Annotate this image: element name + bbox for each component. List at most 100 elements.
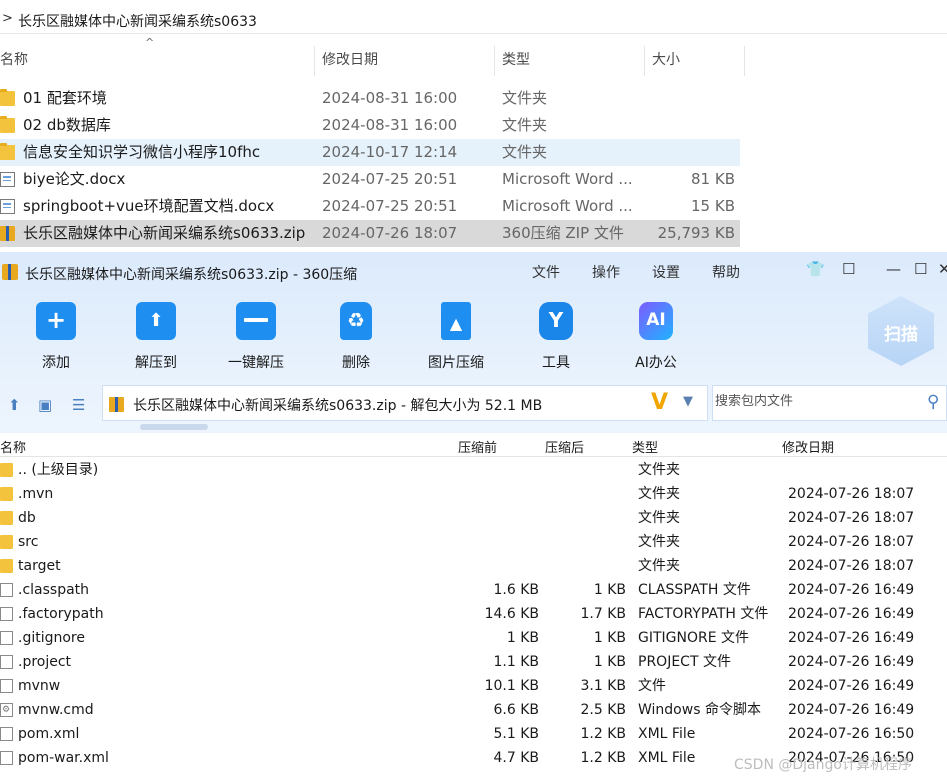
folder-icon	[0, 89, 15, 106]
entry-name: mvnw.cmd	[18, 702, 94, 718]
add-label: 添加	[42, 355, 70, 371]
zip-app-window: 长乐区融媒体中心新闻采编系统s0633.zip - 360压缩 文件 操作 设置…	[0, 252, 947, 780]
add-button[interactable]: 添加	[16, 302, 96, 372]
archive-file-row[interactable]: .mvn 文件夹 2024-07-26 18:07	[0, 482, 947, 506]
one-click-extract-button[interactable]: 一键解压	[216, 302, 296, 372]
file-name: 长乐区融媒体中心新闻采编系统s0633.zip	[23, 224, 306, 242]
archive-path-box[interactable]: 长乐区融媒体中心新闻采编系统s0633.zip - 解包大小为 52.1 MB …	[102, 385, 708, 421]
close-button[interactable]: ✕	[938, 260, 947, 278]
file-type: 360压缩 ZIP 文件	[502, 224, 624, 242]
minimize-button[interactable]: —	[886, 260, 901, 278]
cmd-script-icon	[0, 703, 13, 717]
menu-operation[interactable]: 操作	[592, 262, 620, 282]
entry-type: XML File	[638, 750, 696, 766]
entry-type: 文件夹	[638, 558, 680, 574]
archive-file-row[interactable]: pom.xml 5.1 KB 1.2 KB XML File 2024-07-26 16…	[0, 722, 947, 746]
sort-ascending-icon: ^	[145, 36, 155, 49]
maximize-button[interactable]: ☐	[914, 260, 927, 278]
entry-type: 文件夹	[638, 486, 680, 502]
extract-to-button[interactable]: 解压到	[116, 302, 196, 372]
archive-file-row[interactable]: .classpath 1.6 KB 1 KB CLASSPATH 文件 2024-07-…	[0, 578, 947, 602]
file-icon	[0, 631, 13, 645]
entry-type: 文件夹	[638, 510, 680, 526]
explorer-file-row[interactable]: 信息安全知识学习微信小程序10fhc 2024-10-17 12:14 文件夹	[0, 139, 740, 166]
menu-settings[interactable]: 设置	[652, 262, 680, 282]
explorer-file-row[interactable]: 02 db数据库 2024-08-31 16:00 文件夹	[0, 112, 740, 139]
column-type[interactable]: 类型	[632, 437, 658, 456]
column-size[interactable]: 大小	[652, 44, 680, 76]
file-size: 81 KB	[691, 170, 735, 188]
file-name: 02 db数据库	[23, 116, 111, 134]
entry-name: .. (上级目录)	[18, 462, 99, 478]
file-icon	[0, 679, 13, 693]
entry-compressed-size: 1.2 KB	[580, 750, 627, 766]
archive-list-header: 名称 压缩前 压缩后 类型 修改日期	[0, 433, 947, 457]
horizontal-scrollbar[interactable]	[140, 424, 208, 430]
archive-file-row[interactable]: .project 1.1 KB 1 KB PROJECT 文件 2024-07-26 1…	[0, 650, 947, 674]
entry-name: .mvn	[18, 486, 54, 502]
column-date[interactable]: 修改日期	[322, 44, 378, 76]
column-type[interactable]: 类型	[502, 44, 530, 76]
archive-file-row[interactable]: target 文件夹 2024-07-26 18:07	[0, 554, 947, 578]
image-compress-icon	[441, 302, 471, 340]
entry-compressed-size: 1 KB	[593, 630, 626, 646]
archive-file-row[interactable]: mvnw.cmd 6.6 KB 2.5 KB Windows 命令脚本 2024-07-…	[0, 698, 947, 722]
archive-file-row[interactable]: .. (上级目录) 文件夹	[0, 458, 947, 482]
delete-button[interactable]: 删除	[316, 302, 396, 372]
column-modified-date[interactable]: 修改日期	[782, 437, 834, 456]
menu-help[interactable]: 帮助	[712, 262, 740, 282]
archive-file-row[interactable]: .gitignore 1 KB 1 KB GITIGNORE 文件 2024-07-26…	[0, 626, 947, 650]
file-icon	[0, 727, 13, 741]
file-icon	[0, 751, 13, 765]
ai-office-button[interactable]: AI办公	[616, 302, 696, 372]
entry-compressed-size: 3.1 KB	[580, 678, 627, 694]
explorer-file-row[interactable]: 01 配套环境 2024-08-31 16:00 文件夹	[0, 85, 740, 112]
archive-file-row[interactable]: mvnw 10.1 KB 3.1 KB 文件 2024-07-26 16:49	[0, 674, 947, 698]
entry-date: 2024-07-26 16:49	[788, 630, 915, 646]
feedback-icon[interactable]: ☐	[842, 260, 855, 278]
menu-file[interactable]: 文件	[532, 262, 560, 282]
column-name[interactable]: 名称	[0, 44, 28, 76]
column-name[interactable]: 名称	[0, 437, 26, 456]
watermark: CSDN @Django计算机程序	[734, 757, 912, 773]
explorer-file-row[interactable]: 长乐区融媒体中心新闻采编系统s0633.zip 2024-07-26 18:07 3…	[0, 220, 740, 247]
tools-label: 工具	[542, 355, 570, 371]
column-divider[interactable]	[744, 46, 745, 76]
image-compress-button[interactable]: 图片压缩	[416, 302, 496, 372]
column-divider[interactable]	[494, 46, 495, 76]
explorer-file-row[interactable]: biye论文.docx 2024-07-25 20:51 Microsoft Wor…	[0, 166, 740, 193]
explorer-path[interactable]: 长乐区融媒体中心新闻采编系统s0633	[18, 11, 257, 31]
up-arrow-icon[interactable]: ⬆	[8, 396, 21, 414]
column-divider[interactable]	[314, 46, 315, 76]
tools-icon	[539, 302, 573, 340]
column-compressed-size[interactable]: 压缩后	[545, 437, 584, 456]
file-date: 2024-08-31 16:00	[322, 116, 458, 134]
search-icon[interactable]: ⚲	[927, 392, 939, 412]
view-thumbnail-icon[interactable]: ▣	[38, 396, 52, 414]
skin-icon[interactable]: 👕	[806, 260, 825, 278]
archive-file-row[interactable]: .factorypath 14.6 KB 1.7 KB FACTORYPATH 文件 2…	[0, 602, 947, 626]
verified-check-icon[interactable]: V	[651, 390, 668, 415]
view-list-icon[interactable]: ☰	[72, 396, 85, 414]
folder-icon	[0, 463, 13, 477]
archive-search-box[interactable]: ⚲	[712, 385, 947, 421]
explorer-address-bar[interactable]: > 长乐区融媒体中心新闻采编系统s0633	[0, 6, 947, 34]
file-icon	[0, 607, 13, 621]
file-type: 文件夹	[502, 143, 548, 161]
scan-button[interactable]: 扫描	[868, 296, 934, 366]
path-chevron-icon[interactable]: >	[2, 11, 13, 26]
file-icon	[0, 583, 13, 597]
entry-type: 文件	[638, 678, 666, 694]
column-divider[interactable]	[644, 46, 645, 76]
entry-date: 2024-07-26 16:49	[788, 606, 915, 622]
explorer-file-row[interactable]: springboot+vue环境配置文档.docx 2024-07-25 20:5…	[0, 193, 740, 220]
archive-file-row[interactable]: src 文件夹 2024-07-26 18:07	[0, 530, 947, 554]
tools-button[interactable]: 工具	[516, 302, 596, 372]
chevron-down-icon[interactable]: ▼	[683, 394, 693, 409]
entry-name: pom.xml	[18, 726, 80, 742]
search-input[interactable]	[715, 394, 915, 409]
column-packed-size[interactable]: 压缩前	[458, 437, 497, 456]
delete-label: 删除	[342, 355, 370, 371]
entry-type: XML File	[638, 726, 696, 742]
archive-file-row[interactable]: db 文件夹 2024-07-26 18:07	[0, 506, 947, 530]
